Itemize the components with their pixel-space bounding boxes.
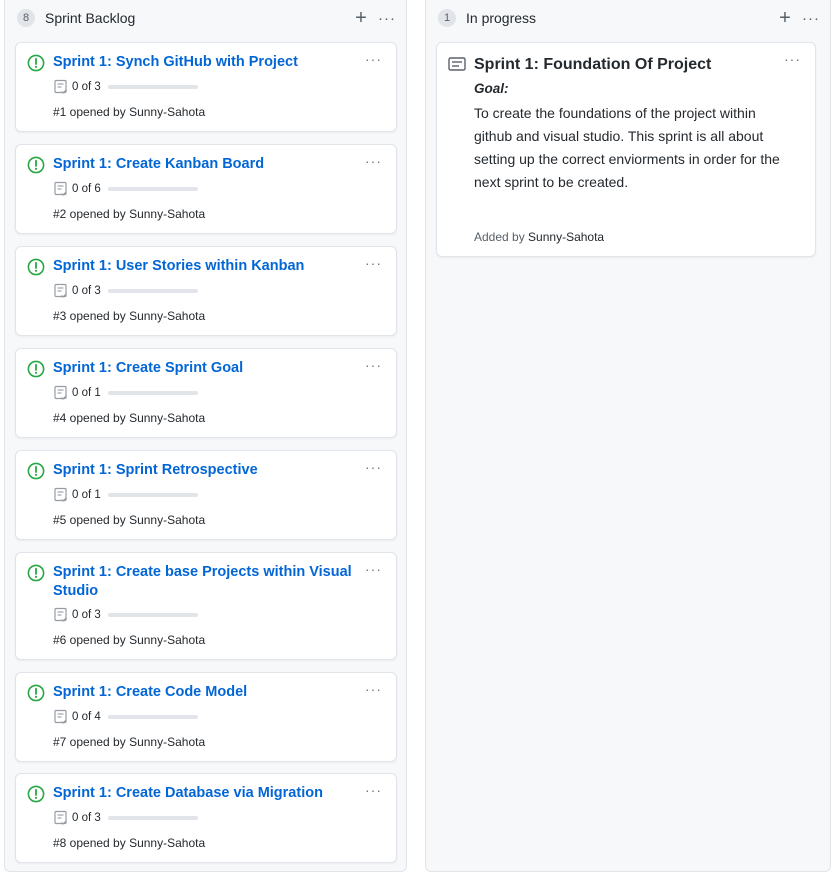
- progress-text: 0 of 4: [72, 711, 101, 723]
- opened-by-text: #1 opened by Sunny-Sahota: [53, 105, 206, 119]
- note-icon: [448, 57, 466, 71]
- issue-card[interactable]: Sprint 1: Create Sprint Goal ··· 0 of 1 #4 …: [15, 348, 397, 438]
- card-menu-button[interactable]: ···: [365, 357, 382, 373]
- issue-title-link[interactable]: Sprint 1: Synch GitHub with Project: [53, 53, 352, 72]
- issue-title-link[interactable]: Sprint 1: Sprint Retrospective: [53, 461, 352, 480]
- progress-bar: [107, 816, 198, 820]
- progress-bar: [107, 715, 198, 719]
- progress-text: 0 of 3: [72, 81, 101, 93]
- issue-opened-icon: [27, 462, 45, 480]
- progress-text: 0 of 3: [72, 812, 101, 824]
- progress-text: 0 of 1: [72, 489, 101, 501]
- project-board: 8 Sprint Backlog + ··· Sprint 1: Synch G…: [0, 0, 835, 872]
- issue-card[interactable]: Sprint 1: Create Database via Migration ·…: [15, 773, 397, 863]
- checklist-icon: [54, 181, 67, 196]
- opened-by-text: #8 opened by Sunny-Sahota: [53, 836, 206, 850]
- progress-text: 0 of 6: [72, 183, 101, 195]
- issue-title-link[interactable]: Sprint 1: Create Code Model: [53, 683, 352, 702]
- add-card-button[interactable]: +: [350, 8, 372, 28]
- progress-bar: [107, 289, 198, 293]
- issue-card[interactable]: Sprint 1: Synch GitHub with Project ··· 0 …: [15, 42, 397, 132]
- checklist-icon: [54, 810, 67, 825]
- issue-opened-icon: [27, 564, 45, 582]
- column-title: Sprint Backlog: [45, 10, 136, 26]
- card-menu-button[interactable]: ···: [365, 153, 382, 169]
- card-menu-button[interactable]: ···: [784, 51, 801, 67]
- issue-card[interactable]: Sprint 1: Sprint Retrospective ··· 0 of 1 #…: [15, 450, 397, 540]
- progress-bar: [107, 391, 198, 395]
- card-menu-button[interactable]: ···: [365, 681, 382, 697]
- column-menu-button[interactable]: ···: [378, 11, 396, 26]
- author-link[interactable]: Sunny-Sahota: [528, 230, 604, 244]
- issue-title-link[interactable]: Sprint 1: Create Database via Migration: [53, 784, 352, 803]
- issue-opened-icon: [27, 785, 45, 803]
- opened-by-text: #3 opened by Sunny-Sahota: [53, 309, 206, 323]
- issue-opened-icon: [27, 54, 45, 72]
- opened-by-text: #2 opened by Sunny-Sahota: [53, 207, 206, 221]
- checklist-progress: 0 of 3: [53, 283, 198, 299]
- issue-card[interactable]: Sprint 1: User Stories within Kanban ··· 0…: [15, 246, 397, 336]
- column-header: 8 Sprint Backlog + ···: [5, 0, 406, 36]
- checklist-progress: 0 of 3: [53, 79, 198, 95]
- issue-title-link[interactable]: Sprint 1: Create Kanban Board: [53, 155, 352, 174]
- opened-by-text: #5 opened by Sunny-Sahota: [53, 513, 206, 527]
- card-menu-button[interactable]: ···: [365, 561, 382, 577]
- card-menu-button[interactable]: ···: [365, 51, 382, 67]
- issue-card[interactable]: Sprint 1: Create Code Model ··· 0 of 4 #7 o…: [15, 672, 397, 762]
- progress-bar: [107, 493, 198, 497]
- checklist-icon: [54, 385, 67, 400]
- opened-by-text: #7 opened by Sunny-Sahota: [53, 735, 206, 749]
- opened-by-text: #4 opened by Sunny-Sahota: [53, 411, 206, 425]
- checklist-icon: [54, 79, 67, 94]
- note-goal-label: Goal:: [474, 81, 509, 96]
- progress-bar: [107, 613, 198, 617]
- issue-title-link[interactable]: Sprint 1: User Stories within Kanban: [53, 257, 352, 276]
- column-title: In progress: [466, 10, 537, 26]
- issue-card[interactable]: Sprint 1: Create Kanban Board ··· 0 of 6 #2…: [15, 144, 397, 234]
- added-by-prefix: Added by: [474, 230, 529, 244]
- issue-opened-icon: [27, 360, 45, 378]
- checklist-progress: 0 of 4: [53, 709, 198, 725]
- issue-opened-icon: [27, 258, 45, 276]
- checklist-icon: [54, 487, 67, 502]
- checklist-icon: [54, 709, 67, 724]
- checklist-progress: 0 of 1: [53, 385, 198, 401]
- issue-opened-icon: [27, 156, 45, 174]
- column-header: 1 In progress + ···: [426, 0, 830, 36]
- card-count-badge: 1: [438, 9, 456, 27]
- issue-opened-icon: [27, 684, 45, 702]
- card-count-badge: 8: [17, 9, 35, 27]
- checklist-progress: 0 of 1: [53, 487, 198, 503]
- progress-bar: [107, 187, 198, 191]
- note-card[interactable]: Sprint 1: Foundation Of Project ··· Goal…: [436, 42, 816, 257]
- checklist-icon: [54, 283, 67, 298]
- note-body: To create the foundations of the project…: [474, 105, 780, 190]
- checklist-progress: 0 of 3: [53, 607, 198, 623]
- progress-text: 0 of 3: [72, 609, 101, 621]
- column-menu-button[interactable]: ···: [802, 11, 820, 26]
- issue-card[interactable]: Sprint 1: Create base Projects within Vi…: [15, 552, 397, 660]
- issue-title-link[interactable]: Sprint 1: Create Sprint Goal: [53, 359, 352, 378]
- card-menu-button[interactable]: ···: [365, 255, 382, 271]
- card-menu-button[interactable]: ···: [365, 459, 382, 475]
- note-added-by: Added by Sunny-Sahota: [474, 230, 604, 244]
- checklist-progress: 0 of 3: [53, 810, 198, 826]
- note-title: Sprint 1: Foundation Of Project: [474, 56, 712, 73]
- checklist-icon: [54, 607, 67, 622]
- column-in-progress: 1 In progress + ··· Sprint 1: Foundation…: [425, 0, 831, 872]
- progress-bar: [107, 85, 198, 89]
- progress-text: 0 of 3: [72, 285, 101, 297]
- checklist-progress: 0 of 6: [53, 181, 198, 197]
- column-sprint-backlog: 8 Sprint Backlog + ··· Sprint 1: Synch G…: [4, 0, 407, 872]
- card-menu-button[interactable]: ···: [365, 782, 382, 798]
- progress-text: 0 of 1: [72, 387, 101, 399]
- add-card-button[interactable]: +: [774, 8, 796, 28]
- opened-by-text: #6 opened by Sunny-Sahota: [53, 633, 206, 647]
- issue-title-link[interactable]: Sprint 1: Create base Projects within Vi…: [53, 563, 352, 601]
